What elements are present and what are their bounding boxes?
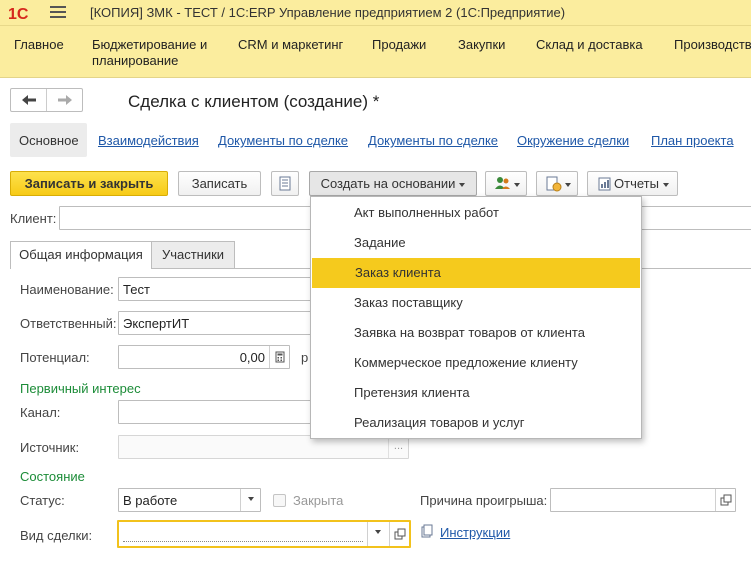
- responsible-label: Ответственный:: [20, 316, 117, 331]
- nav-interactions[interactable]: Взаимодействия: [98, 133, 199, 148]
- section-main[interactable]: Главное: [14, 37, 64, 53]
- main-menu-icon[interactable]: [50, 6, 66, 20]
- menu-item-task[interactable]: Задание: [311, 228, 641, 258]
- loss-reason-label: Причина проигрыша:: [420, 493, 548, 508]
- history-nav: [10, 88, 83, 112]
- chevron-down-icon: [662, 182, 669, 187]
- section-purchases[interactable]: Закупки: [458, 37, 505, 53]
- channel-label: Канал:: [20, 405, 61, 420]
- section-crm[interactable]: CRM и маркетинг: [238, 37, 343, 53]
- section-sales[interactable]: Продажи: [372, 37, 426, 53]
- client-label: Клиент:: [10, 211, 57, 226]
- section-budgeting[interactable]: Бюджетирование и планирование: [92, 37, 207, 69]
- users-icon: [495, 177, 510, 189]
- open-icon[interactable]: [715, 489, 735, 511]
- primary-interest-group: Первичный интерес: [20, 381, 141, 396]
- currency-label: р: [301, 350, 309, 365]
- loss-reason-field[interactable]: [550, 488, 736, 512]
- report-icon: [598, 177, 611, 191]
- state-group: Состояние: [20, 469, 85, 484]
- menu-item-sales[interactable]: Реализация товаров и услуг: [311, 408, 641, 438]
- chevron-down-icon: [565, 182, 571, 187]
- document-list-button[interactable]: [271, 171, 299, 196]
- menu-item-work-act[interactable]: Акт выполненных работ: [311, 198, 641, 228]
- save-and-close-button[interactable]: Записать и закрыть: [10, 171, 168, 196]
- open-icon[interactable]: [389, 522, 409, 546]
- section-warehouse[interactable]: Склад и доставка: [536, 37, 643, 53]
- save-button[interactable]: Записать: [178, 171, 261, 196]
- instructions-link[interactable]: Инструкции: [440, 525, 510, 540]
- menu-item-return-request[interactable]: Заявка на возврат товаров от клиента: [311, 318, 641, 348]
- document-lines-icon: [279, 176, 291, 191]
- tab-general[interactable]: Общая информация: [10, 241, 152, 269]
- tab-participants[interactable]: Участники: [151, 241, 235, 268]
- document-clock-icon: [546, 176, 562, 192]
- closed-label: Закрыта: [293, 493, 344, 508]
- window-title: [КОПИЯ] ЗМК - ТЕСТ / 1С:ERP Управление п…: [90, 5, 566, 20]
- title-bar: 1С [КОПИЯ] ЗМК - ТЕСТ / 1С:ERP Управлени…: [0, 0, 751, 26]
- arrow-left-icon: [22, 95, 36, 105]
- potential-label: Потенциал:: [20, 350, 90, 365]
- menu-item-claim[interactable]: Претензия клиента: [311, 378, 641, 408]
- create-based-on-button[interactable]: Создать на основании: [309, 171, 477, 196]
- menu-item-customer-order[interactable]: Заказ клиента: [312, 258, 640, 288]
- status-dropdown[interactable]: [240, 489, 260, 511]
- chevron-down-icon: [374, 530, 381, 535]
- nav-project-plan[interactable]: План проекта: [651, 133, 734, 148]
- instructions-icon: [421, 524, 433, 538]
- schedule-button[interactable]: [536, 171, 578, 196]
- deal-type-field[interactable]: [117, 520, 411, 548]
- name-field[interactable]: Тест: [118, 277, 318, 301]
- closed-checkbox[interactable]: [273, 494, 286, 507]
- calculator-icon[interactable]: [269, 346, 289, 368]
- chevron-down-icon: [247, 497, 254, 502]
- responsible-field[interactable]: ЭкспертИТ: [118, 311, 318, 335]
- 1c-logo-icon: 1С: [8, 6, 29, 22]
- input-underline: [123, 541, 363, 542]
- deal-type-dropdown[interactable]: [367, 522, 387, 546]
- svg-text:1С: 1С: [8, 6, 29, 22]
- status-field[interactable]: В работе: [118, 488, 261, 512]
- chevron-down-icon: [459, 182, 466, 187]
- status-label: Статус:: [20, 493, 65, 508]
- channel-field[interactable]: [118, 400, 318, 424]
- select-button[interactable]: ...: [388, 436, 408, 458]
- chevron-down-icon: [514, 182, 520, 187]
- nav-deal-environment[interactable]: Окружение сделки: [517, 133, 629, 148]
- name-label: Наименование:: [20, 282, 114, 297]
- create-based-on-menu: Акт выполненных работ Задание Заказ клие…: [310, 196, 642, 439]
- nav-deal-documents[interactable]: Документы по сделке: [218, 133, 348, 148]
- nav-deal-documents-2[interactable]: Документы по сделке: [368, 133, 498, 148]
- section-production[interactable]: Производство: [674, 37, 751, 53]
- section-panel: Главное Бюджетирование и планирование CR…: [0, 26, 751, 78]
- forward-button[interactable]: [47, 89, 83, 111]
- nav-main[interactable]: Основное: [10, 123, 87, 157]
- back-button[interactable]: [11, 89, 47, 111]
- reports-button[interactable]: Отчеты: [587, 171, 678, 196]
- users-button[interactable]: [485, 171, 527, 196]
- arrow-right-icon: [58, 95, 72, 105]
- source-label: Источник:: [20, 440, 80, 455]
- potential-field[interactable]: 0,00: [118, 345, 290, 369]
- menu-item-supplier-order[interactable]: Заказ поставщику: [311, 288, 641, 318]
- menu-item-commercial-offer[interactable]: Коммерческое предложение клиенту: [311, 348, 641, 378]
- form-title: Сделка с клиентом (создание) *: [128, 92, 380, 111]
- deal-type-label: Вид сделки:: [20, 528, 93, 543]
